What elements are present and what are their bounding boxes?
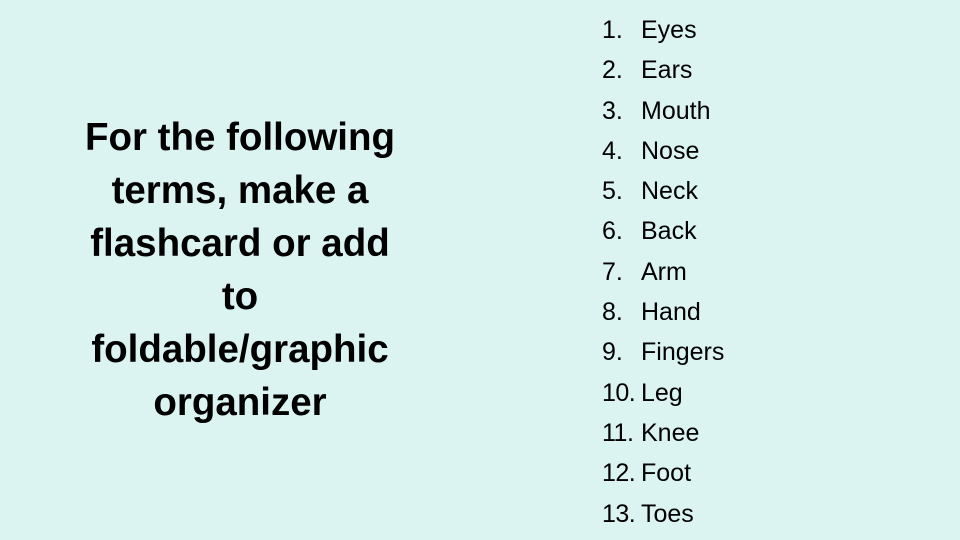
item-number: 8. [602,298,623,327]
item-number: 4. [602,136,623,165]
list-item: 9. Fingers [602,332,724,372]
instruction-heading: For the following terms, make a flashcar… [48,111,432,429]
item-label: Neck [641,177,698,206]
item-label: Mouth [641,96,711,125]
list-item: 13. Toes [602,494,724,534]
item-label: Toes [641,499,694,528]
item-label: Fingers [641,338,725,367]
item-number: 7. [602,257,623,286]
item-label: Back [641,217,697,246]
list-item: 4. Nose [602,131,724,171]
list-item: 6. Back [602,211,724,251]
item-label: Nose [641,136,700,165]
item-number: 3. [602,96,623,125]
item-number: 12. [602,459,636,488]
item-label: Leg [641,378,683,407]
heading-line: foldable/graphic [91,328,389,371]
list-item: 11. Knee [602,413,724,453]
item-number: 11. [602,418,634,447]
heading-line: terms, make a [111,169,369,212]
terms-list: 1. Eyes 2. Ears 3. Mouth 4. Nose 5. Neck 6. Ba… [602,10,724,534]
list-item: 10. Leg [602,373,724,413]
heading-line: to [221,275,259,318]
list-item: 8. Hand [602,292,724,332]
item-label: Knee [641,418,700,447]
item-label: Hand [641,298,701,327]
list-item: 1. Eyes [602,10,724,50]
item-number: 6. [602,217,623,246]
item-number: 9. [602,338,623,367]
item-label: Eyes [641,16,697,44]
list-item: 12. Foot [602,453,724,493]
item-label: Foot [641,459,692,488]
list-item: 7. Arm [602,252,724,292]
item-number: 13. [602,499,636,528]
list-item: 3. Mouth [602,91,724,131]
item-number: 1. [602,16,623,44]
heading-line: flashcard or add [90,222,390,265]
item-label: Ears [641,56,693,85]
item-number: 2. [602,56,623,85]
item-label: Arm [641,257,687,286]
heading-line: organizer [153,381,327,424]
slide: For the following terms, make a flashcar… [0,0,960,540]
heading-line: For the following [84,116,396,159]
item-number: 5. [602,177,623,206]
item-number: 10. [602,378,636,407]
list-item: 2. Ears [602,50,724,90]
list-item: 5. Neck [602,171,724,211]
